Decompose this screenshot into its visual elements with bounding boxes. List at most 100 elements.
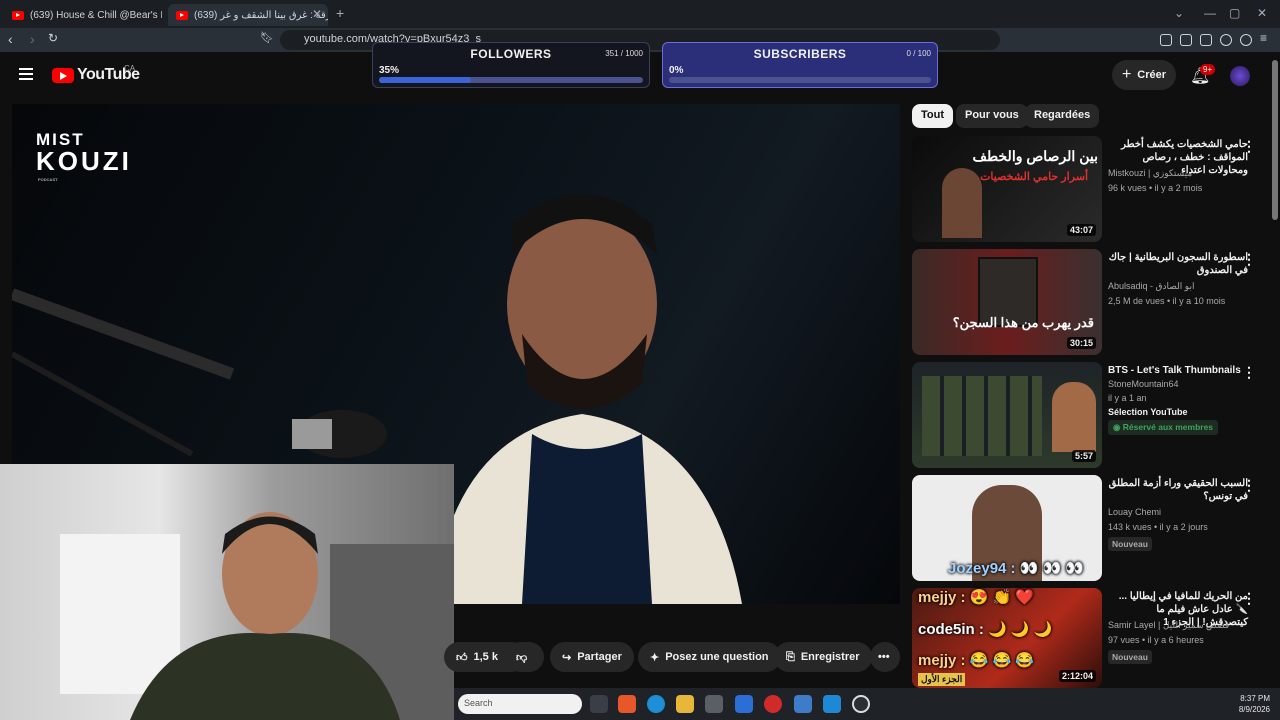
recommendation-item[interactable]: قدر يهرب من هذا السجن؟ 30:15 اسطورة السج… <box>912 249 1262 355</box>
create-button[interactable]: + Créer <box>1112 60 1176 90</box>
chat-text: 😍 👏 ❤️ <box>969 589 1035 606</box>
photos-icon[interactable] <box>794 695 812 713</box>
taskbar-search-input[interactable]: Search <box>458 694 582 714</box>
share-icon: ↪ <box>562 651 572 664</box>
shield-icon[interactable] <box>1240 34 1252 46</box>
more-options-icon[interactable]: ⋮ <box>1242 477 1256 494</box>
edge-browser-icon[interactable] <box>647 695 665 713</box>
video-thumbnail[interactable]: بين الرصاص والخطف أسرار حامي الشخصيات 43… <box>912 136 1102 242</box>
like-count: 1,5 k <box>473 651 498 663</box>
zed-app-icon[interactable] <box>823 695 841 713</box>
store-icon[interactable] <box>705 695 723 713</box>
browser-tab-2[interactable]: (639) الحرقة : غرق بينا الشقف و غر ✕ <box>168 4 328 26</box>
thumbnail-text: بين الرصاص والخطف <box>972 148 1098 164</box>
recommendation-title[interactable]: BTS - Let's Talk Thumbnails <box>1108 364 1248 377</box>
browser-tab-1[interactable]: (639) House & Chill @Bear's Den | Fe <box>4 4 162 26</box>
dislike-button[interactable]: 👎︎ <box>506 642 544 672</box>
filter-chip-watched[interactable]: Regardées <box>1025 104 1100 128</box>
menu-icon[interactable]: ≡ <box>1260 31 1267 45</box>
channel-name[interactable]: Samir Layel | قصص سمير الليل <box>1108 620 1229 631</box>
members-only-badge: ◉ Réservé aux membres <box>1108 420 1219 435</box>
video-duration: 5:57 <box>1071 450 1096 462</box>
task-view-icon[interactable] <box>590 695 608 713</box>
youtube-logo[interactable]: YouTube CA <box>52 64 140 84</box>
video-meta: 143 k vues • il y a 2 jours <box>1108 522 1208 532</box>
channel-name[interactable]: Louay Chemi <box>1108 507 1161 517</box>
video-actions-bar: 👍︎ 1,5 k 👎︎ ↪ Partager ✦ Posez une quest… <box>444 640 900 672</box>
recommendation-title[interactable]: اسطورة السجون البريطانية | جاك في الصندو… <box>1108 251 1248 277</box>
back-icon[interactable]: ‹ <box>8 31 13 47</box>
goal-title: SUBSCRIBERS <box>753 47 847 61</box>
share-button[interactable]: ↪ Partager <box>550 642 634 672</box>
video-duration: 43:07 <box>1066 224 1096 236</box>
video-thumbnail[interactable]: قدر يهرب من هذا السجن؟ 30:15 <box>912 249 1102 355</box>
video-meta: il y a 1 an <box>1108 393 1147 403</box>
close-window-icon[interactable]: ✕ <box>1257 6 1267 20</box>
chat-text: 🌙 🌙 🌙 <box>988 621 1053 638</box>
chat-username: mejjy <box>918 589 957 606</box>
chat-text: 👀 👀 👀 <box>1019 560 1085 577</box>
tab-title: (639) الحرقة : غرق بينا الشقف و غر <box>194 9 328 21</box>
thumbnail-grid <box>922 376 1042 456</box>
video-meta: 96 k vues • il y a 2 mois <box>1108 183 1203 193</box>
chat-message: Jozey94 : 👀 👀 👀 <box>948 560 1085 577</box>
thumbnail-text: قدر يهرب من هذا السجن؟ <box>952 315 1094 330</box>
more-options-icon[interactable]: ⋮ <box>1242 590 1256 607</box>
reload-icon[interactable]: ↻ <box>48 31 58 45</box>
brave-browser-icon[interactable] <box>618 695 636 713</box>
video-thumbnail[interactable]: 5:57 <box>912 362 1102 468</box>
filter-chip-all[interactable]: Tout <box>912 104 954 128</box>
new-badge: Nouveau <box>1108 650 1152 664</box>
thumbs-down-icon: 👎︎ <box>516 651 528 664</box>
page-scrollbar[interactable] <box>1270 52 1280 688</box>
thumbnail-text: الجزء الأول <box>918 673 966 686</box>
channel-watermark-logo: MIST KOUZI PODCAST <box>36 130 132 182</box>
new-badge: Nouveau <box>1108 537 1152 551</box>
chat-username: mejjy <box>918 652 957 669</box>
recommendation-item[interactable]: بين الرصاص والخطف أسرار حامي الشخصيات 43… <box>912 136 1262 242</box>
channel-name[interactable]: Mistkouzi | ميستكوزي <box>1108 168 1192 179</box>
channel-name[interactable]: Abulsadiq - ابو الصادق <box>1108 281 1194 292</box>
goal-progress-fill <box>379 77 472 83</box>
filter-chip-for-you[interactable]: Pour vous <box>956 104 1028 128</box>
file-explorer-icon[interactable] <box>676 695 694 713</box>
create-label: Créer <box>1137 69 1167 81</box>
logo-line-2: KOUZI <box>36 146 132 176</box>
more-options-icon[interactable]: ⋮ <box>1242 364 1256 381</box>
mail-icon[interactable] <box>735 695 753 713</box>
video-duration: 2:12:04 <box>1058 670 1096 682</box>
extension-icon[interactable] <box>1160 34 1172 46</box>
recommendation-item[interactable]: 5:57 BTS - Let's Talk Thumbnails StoneMo… <box>912 362 1262 468</box>
minimize-icon[interactable]: — <box>1204 6 1216 20</box>
new-tab-icon[interactable]: + <box>336 5 344 21</box>
more-options-icon[interactable]: ⋮ <box>1242 251 1256 268</box>
video-meta: 2,5 M de vues • il y a 10 mois <box>1108 296 1226 306</box>
more-actions-button[interactable]: ••• <box>870 642 900 672</box>
logo-line-3: PODCAST <box>38 177 58 182</box>
assistant-icon[interactable] <box>1220 34 1232 46</box>
recommendation-title[interactable]: السبب الحقيقي وراء أزمة المطلق في تونس؟ <box>1108 477 1248 503</box>
avatar[interactable] <box>1230 66 1250 86</box>
tab-list-chevron-icon[interactable]: ⌄ <box>1174 6 1184 20</box>
scrollbar-thumb[interactable] <box>1272 60 1278 220</box>
chat-message: mejjy : 😍 👏 ❤️ <box>918 589 1035 606</box>
goal-count: 0 / 100 <box>906 49 931 58</box>
search-placeholder: Search <box>464 698 493 708</box>
more-options-icon[interactable]: ⋮ <box>1242 138 1256 155</box>
bookmark-icon[interactable]: 🔖︎ <box>260 31 274 44</box>
wallet-icon[interactable] <box>1200 34 1212 46</box>
youtube-favicon-icon <box>176 10 188 20</box>
channel-name[interactable]: StoneMountain64 <box>1108 379 1179 389</box>
microphone-arm <box>12 288 387 458</box>
close-tab-icon[interactable]: ✕ <box>312 7 322 21</box>
opera-browser-icon[interactable] <box>764 695 782 713</box>
thumbnail-person <box>1052 382 1096 452</box>
forward-icon[interactable]: › <box>30 31 35 47</box>
hamburger-menu-icon[interactable] <box>19 68 33 80</box>
maximize-icon[interactable]: ▢ <box>1229 6 1240 20</box>
ask-question-button[interactable]: ✦ Posez une question <box>638 642 781 672</box>
system-clock[interactable]: 8:37 PM 8/9/2026 <box>1239 693 1270 715</box>
save-button[interactable]: ⎘ Enregistrer <box>774 642 872 672</box>
sidebar-icon[interactable] <box>1180 34 1192 46</box>
obs-icon[interactable] <box>852 695 870 713</box>
